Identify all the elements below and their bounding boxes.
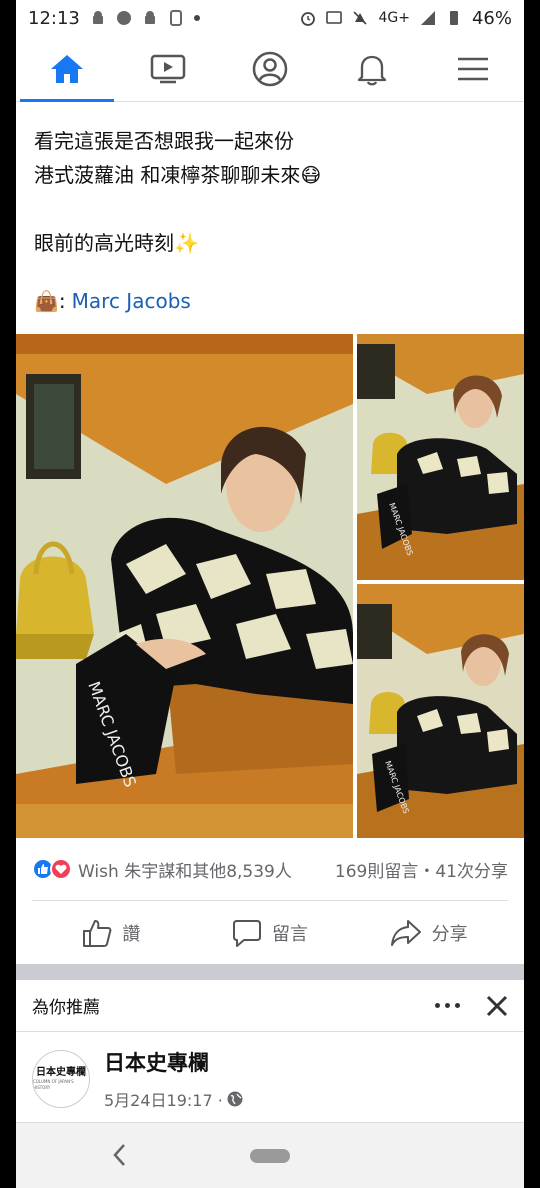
post-line-3: 眼前的高光時刻✨ xyxy=(34,231,199,255)
profile-icon xyxy=(252,51,288,86)
top-navigation xyxy=(16,36,524,102)
close-icon[interactable] xyxy=(486,995,508,1017)
battery-icon xyxy=(449,11,458,25)
comments-count[interactable]: 169則留言 xyxy=(335,862,418,882)
post-text: 看完這張是否想跟我一起來份 港式菠蘿油 和凍檸茶聊聊未來😷 眼前的高光時刻✨ 👜… xyxy=(16,102,524,318)
alarm-icon xyxy=(301,12,316,26)
more-options-icon[interactable] xyxy=(435,1003,460,1008)
suggested-title: 為你推薦 xyxy=(32,998,100,1018)
post-photo-top-right[interactable]: MARC JACOBS xyxy=(357,334,524,580)
post-photo-bottom-right[interactable]: MARC JACOBS xyxy=(357,584,524,838)
page-name[interactable]: 日本史專欄 xyxy=(104,1047,243,1077)
signal-icon xyxy=(420,11,435,25)
battery-level: 46% xyxy=(471,7,512,29)
mute-icon xyxy=(353,11,368,25)
post-line-2: 港式菠蘿油 和凍檸茶聊聊未來😷 xyxy=(34,163,322,187)
engagement-counts: 169則留言・41次分享 xyxy=(335,857,508,882)
reaction-summary: Wish 朱宇謀和其他8,539人 169則留言・41次分享 xyxy=(32,848,508,890)
comment-button[interactable]: 留言 xyxy=(191,919,350,947)
page-avatar[interactable]: 日本史專欄 COLUMN OF JAPAN'S HISTORY xyxy=(32,1050,90,1108)
like-button[interactable]: 讚 xyxy=(32,919,191,947)
share-icon xyxy=(390,919,421,946)
share-button[interactable]: 分享 xyxy=(349,919,508,947)
back-icon[interactable] xyxy=(112,1143,126,1167)
messenger-icon xyxy=(116,11,131,25)
nav-profile[interactable] xyxy=(219,36,321,101)
status-time: 12:13 xyxy=(28,7,80,29)
brand-tag-line: 👜 : Marc Jacobs xyxy=(34,284,506,318)
home-icon xyxy=(50,54,83,83)
cast-icon xyxy=(326,11,343,24)
network-type: 4G+ xyxy=(378,10,410,26)
love-reaction-icon xyxy=(50,858,72,880)
page-logo-subtitle: COLUMN OF JAPAN'S HISTORY xyxy=(33,1079,74,1090)
thumbs-up-icon xyxy=(83,919,112,947)
reactions-count[interactable]: Wish 朱宇謀和其他8,539人 xyxy=(32,857,292,882)
home-pill[interactable] xyxy=(250,1149,290,1163)
brand-link[interactable]: Marc Jacobs xyxy=(72,284,191,318)
nav-notifications[interactable] xyxy=(321,36,423,101)
nav-home[interactable] xyxy=(16,36,118,102)
post-actions: 讚 留言 分享 xyxy=(32,900,508,964)
post-line-1: 看完這張是否想跟我一起來份 xyxy=(34,129,294,153)
nav-watch[interactable] xyxy=(118,36,220,101)
photo-grid: MARC JACOBS MARC JACOBS MARC JACOBS xyxy=(16,334,524,838)
handbag-emoji: 👜 xyxy=(34,289,59,313)
bell-icon xyxy=(357,55,386,85)
comment-icon xyxy=(233,919,261,947)
screenshot-icon xyxy=(169,10,182,26)
globe-icon xyxy=(227,1091,243,1107)
facebook-app: 12:13 4G+ 46% 看完這張是否想跟我一起來份 港式菠蘿油 和凍檸茶聊聊… xyxy=(16,0,524,1188)
share-label: 分享 xyxy=(431,923,468,945)
nav-menu[interactable] xyxy=(422,36,524,101)
reactions-text: Wish 朱宇謀和其他8,539人 xyxy=(78,861,292,882)
comment-label: 留言 xyxy=(272,923,308,945)
more-notifications-dot xyxy=(193,15,200,21)
page-logo-title: 日本史專欄 xyxy=(36,1067,86,1078)
android-icon xyxy=(92,11,103,24)
android-icon xyxy=(144,11,155,24)
post-timestamp[interactable]: 5月24日19:17 · xyxy=(104,1087,223,1111)
status-bar: 12:13 4G+ 46% xyxy=(16,0,524,36)
like-label: 讚 xyxy=(122,923,141,945)
count-separator: ・ xyxy=(418,861,436,882)
brand-separator: : xyxy=(58,289,66,313)
system-navigation-bar xyxy=(16,1122,524,1188)
feed-separator xyxy=(16,964,524,980)
post-photo-main[interactable]: MARC JACOBS xyxy=(16,334,353,838)
suggested-page[interactable]: 日本史專欄 COLUMN OF JAPAN'S HISTORY 日本史專欄 5月… xyxy=(32,1044,508,1114)
shares-count[interactable]: 41次分享 xyxy=(435,862,508,882)
suggested-header: 為你推薦 xyxy=(16,980,524,1032)
menu-icon xyxy=(458,57,489,80)
video-icon xyxy=(151,54,186,83)
